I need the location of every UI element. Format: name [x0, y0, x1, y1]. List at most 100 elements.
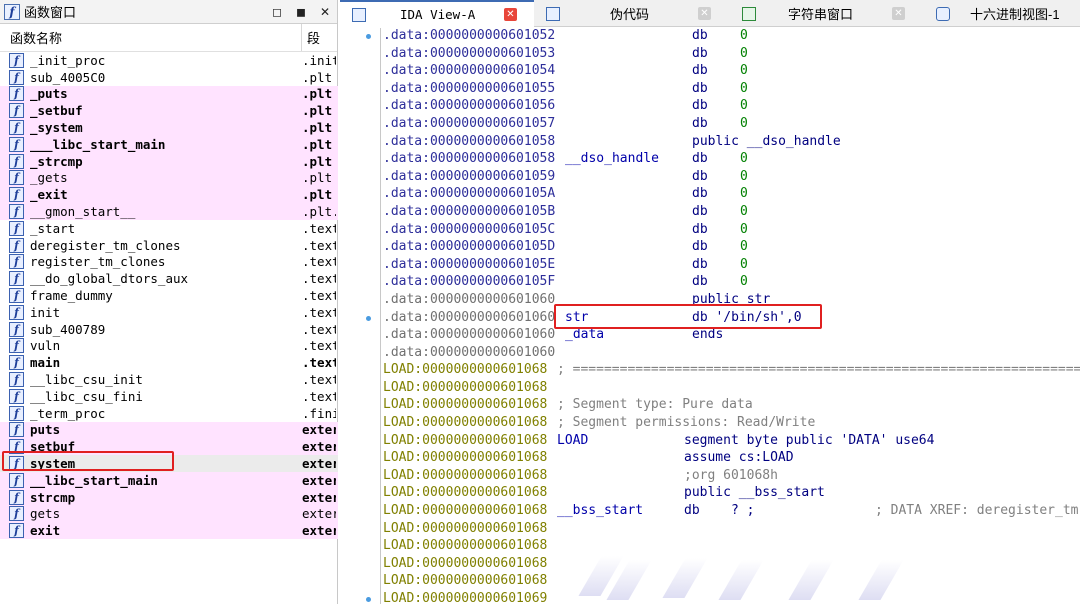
disassembly-line[interactable]: .data:000000000060105A db 0: [383, 186, 1080, 204]
function-row[interactable]: f deregister_tm_clones .text: [0, 237, 338, 254]
close-icon[interactable]: ✕: [504, 8, 517, 21]
line-address: LOAD:0000000000601068: [383, 432, 548, 448]
function-row[interactable]: f strcmp exter: [0, 488, 338, 506]
function-row[interactable]: f register_tm_clones .text: [0, 254, 338, 271]
function-row[interactable]: f _gets .plt: [0, 169, 338, 187]
function-row[interactable]: f vuln .text: [0, 338, 338, 355]
float-icon[interactable]: ◼: [289, 5, 313, 19]
column-header-segment[interactable]: 段: [302, 28, 320, 47]
line-address: .data:0000000000601060: [383, 344, 556, 360]
function-row[interactable]: f __libc_start_main exter: [0, 471, 338, 489]
disassembly-line[interactable]: .data:0000000000601056 db 0: [383, 98, 1080, 116]
line-instruction: public __bss_start: [684, 485, 825, 501]
disassembly-line[interactable]: LOAD:0000000000601068: [383, 380, 1080, 398]
disassembly-line[interactable]: LOAD:0000000000601068 __bss_start db ? ; ; …: [383, 503, 1080, 521]
tab-hex-view-1[interactable]: 十六进制视图-1: [924, 0, 1080, 27]
function-row[interactable]: f __do_global_dtors_aux .text: [0, 270, 338, 287]
function-row[interactable]: f _puts .plt: [0, 85, 338, 103]
function-row[interactable]: f _init_proc .init: [0, 52, 338, 69]
line-instruction: db: [692, 239, 708, 255]
restore-icon[interactable]: ◻: [265, 5, 289, 19]
column-header-name[interactable]: 函数名称: [0, 24, 302, 51]
breakpoint-dot[interactable]: [366, 315, 371, 321]
disassembly-line[interactable]: .data:0000000000601060 _data ends: [383, 327, 1080, 345]
disassembly-line[interactable]: .data:0000000000601059 db 0: [383, 169, 1080, 187]
function-name: vuln: [30, 338, 61, 354]
function-row[interactable]: f puts exter: [0, 421, 338, 439]
disassembly-line[interactable]: .data:0000000000601057 db 0: [383, 116, 1080, 134]
line-label[interactable]: __dso_handle: [565, 151, 659, 166]
disassembly-line[interactable]: .data:0000000000601054 db 0: [383, 63, 1080, 81]
line-operand: 0: [740, 168, 748, 184]
function-segment: .text: [302, 304, 336, 320]
disassembly-line[interactable]: LOAD:0000000000601068 ; =================…: [383, 362, 1080, 380]
line-address: LOAD:0000000000601068: [383, 379, 548, 395]
function-name: frame_dummy: [30, 288, 113, 304]
close-icon[interactable]: ✕: [698, 7, 711, 20]
breakpoint-dot[interactable]: [366, 34, 371, 39]
function-row[interactable]: f _strcmp .plt: [0, 152, 338, 170]
disassembly-line[interactable]: LOAD:0000000000601068 ; Segment type: Pur…: [383, 397, 1080, 415]
close-icon[interactable]: ✕: [892, 7, 905, 20]
function-segment: .text: [302, 372, 336, 388]
disassembly-line[interactable]: .data:0000000000601053 db 0: [383, 46, 1080, 64]
tab-pseudocode[interactable]: 伪代码 ✕: [534, 0, 730, 27]
disassembly-line[interactable]: LOAD:0000000000601068 ; Segment permissio…: [383, 415, 1080, 433]
function-row[interactable]: f _start .text: [0, 220, 338, 237]
function-row[interactable]: f _system .plt: [0, 119, 338, 136]
function-name: sub_4005C0: [30, 69, 106, 85]
disassembly-line[interactable]: LOAD:0000000000601068 ;org 601068h: [383, 468, 1080, 486]
disassembly-line[interactable]: .data:000000000060105D db 0: [383, 239, 1080, 257]
hex-view-icon: [936, 6, 950, 21]
function-row[interactable]: f frame_dummy .text: [0, 287, 338, 304]
disassembly-line[interactable]: .data:000000000060105C db 0: [383, 222, 1080, 240]
function-row[interactable]: f gets exter: [0, 505, 338, 523]
line-label[interactable]: _data: [565, 327, 604, 342]
function-row[interactable]: f __libc_csu_fini .text: [0, 388, 338, 405]
line-instruction: public __dso_handle: [692, 133, 841, 149]
function-row[interactable]: f _setbuf .plt: [0, 102, 338, 120]
disassembly-line[interactable]: .data:0000000000601060: [383, 345, 1080, 363]
function-name: ___libc_start_main: [30, 136, 166, 152]
line-label[interactable]: LOAD: [557, 433, 588, 448]
function-row[interactable]: f sub_400789 .text: [0, 321, 338, 338]
line-label[interactable]: __bss_start: [557, 503, 643, 518]
function-row[interactable]: f _term_proc .fini: [0, 405, 338, 422]
disassembly-line[interactable]: LOAD:0000000000601068 assume cs:LOAD: [383, 450, 1080, 468]
disassembly-line[interactable]: LOAD:0000000000601068 public __bss_start: [383, 485, 1080, 503]
function-name: _term_proc: [30, 405, 106, 421]
function-row[interactable]: f ___libc_start_main .plt: [0, 135, 338, 153]
line-address: LOAD:0000000000601068: [383, 503, 548, 519]
disassembly-view[interactable]: .data:0000000000601052 db 0 .data:000000000…: [340, 28, 1080, 604]
disassembly-line[interactable]: .data:000000000060105B db 0: [383, 204, 1080, 222]
disassembly-line[interactable]: .data:0000000000601052 db 0: [383, 28, 1080, 46]
line-operand: 0: [740, 239, 748, 255]
disassembly-line[interactable]: .data:0000000000601058 __dso_handle db 0: [383, 151, 1080, 169]
line-address: .data:0000000000601060: [383, 309, 556, 325]
line-address: .data:000000000060105F: [383, 274, 556, 290]
function-name: __do_global_dtors_aux: [30, 271, 189, 287]
disassembly-line[interactable]: .data:000000000060105F db 0: [383, 274, 1080, 292]
disassembly-line[interactable]: .data:0000000000601058 public __dso_handl…: [383, 134, 1080, 152]
close-icon[interactable]: ✕: [313, 5, 337, 19]
function-row[interactable]: f __libc_csu_init .text: [0, 371, 338, 388]
function-row[interactable]: f _exit .plt: [0, 186, 338, 204]
function-row[interactable]: f __gmon_start__ .plt.: [0, 203, 338, 220]
function-icon: f: [9, 506, 24, 522]
line-instruction: ; Segment type: Pure data: [557, 397, 753, 413]
function-row[interactable]: f sub_4005C0 .plt: [0, 69, 338, 86]
function-row[interactable]: f main .text: [0, 354, 338, 371]
line-operand: 0: [740, 186, 748, 202]
tab-label: 伪代码: [610, 7, 650, 22]
function-row[interactable]: f init .text: [0, 304, 338, 321]
function-name: _gets: [30, 170, 68, 186]
disassembly-line[interactable]: .data:0000000000601055 db 0: [383, 81, 1080, 99]
disassembly-line[interactable]: .data:000000000060105E db 0: [383, 257, 1080, 275]
disassembly-line[interactable]: LOAD:0000000000601068 LOAD segment byte pu…: [383, 433, 1080, 451]
breakpoint-dot[interactable]: [366, 597, 371, 603]
tab-strings-window[interactable]: 字符串窗口 ✕: [730, 0, 924, 27]
tab-ida-view-a[interactable]: IDA View-A ✕: [340, 0, 534, 27]
line-instruction: segment byte public 'DATA' use64: [684, 432, 935, 448]
function-row[interactable]: f exit exter: [0, 522, 338, 540]
line-instruction: assume cs:LOAD: [684, 450, 794, 466]
